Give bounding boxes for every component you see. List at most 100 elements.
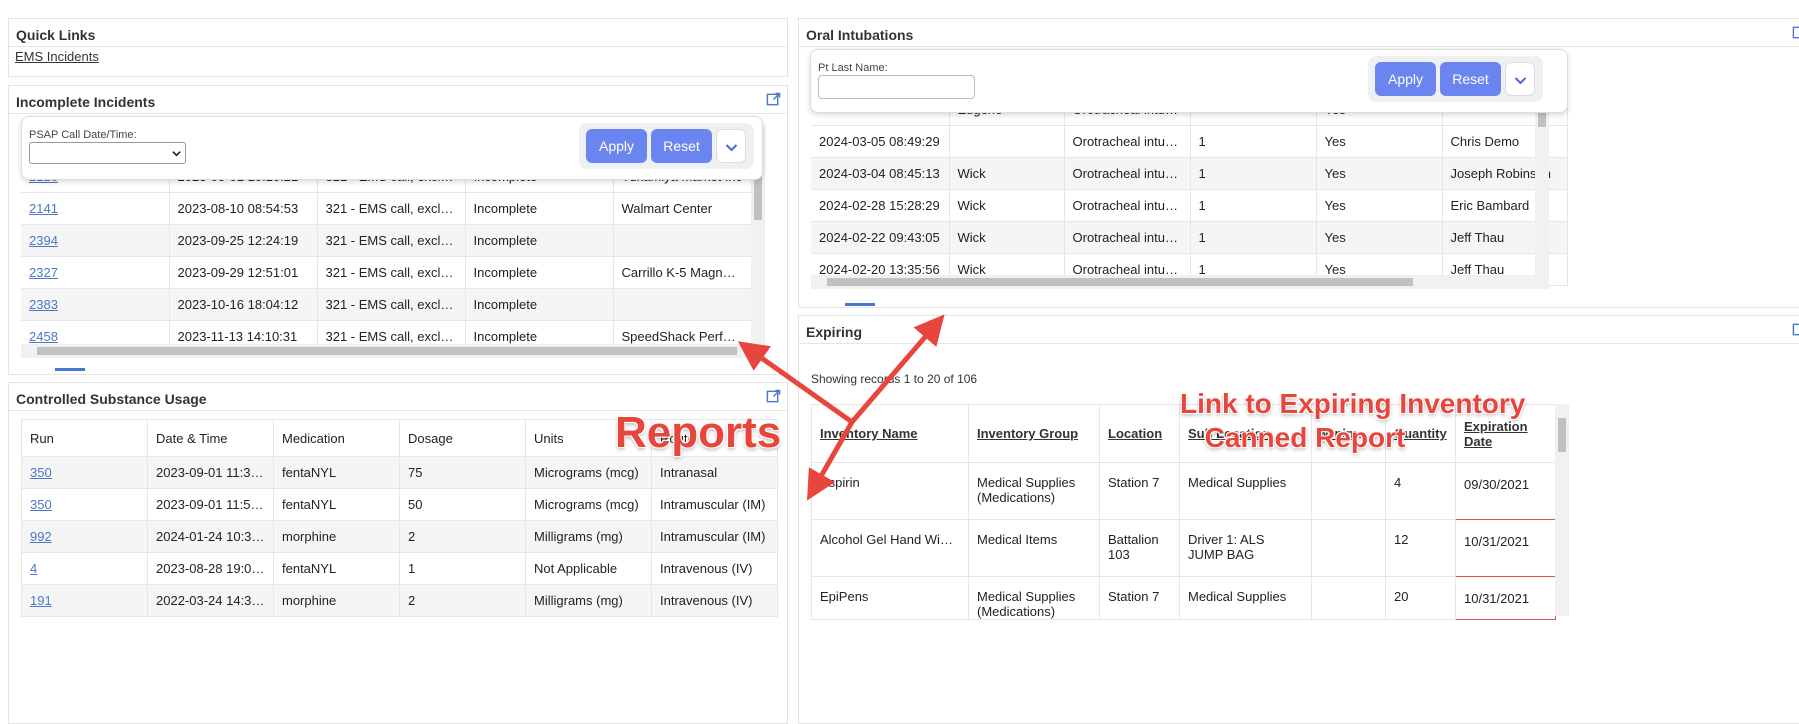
pagination-bar <box>55 368 85 371</box>
link-annotation-line2: Canned Report <box>1204 422 1406 453</box>
oral-intubations-table: Eugene Orotracheal intubati... Yes 2024-… <box>811 95 1568 286</box>
expiring-panel: Expiring Showing records 1 to 20 of 106 … <box>798 315 1799 724</box>
row-location: Battalion 103 <box>1099 519 1180 577</box>
row-date: 2023-08-10 08:54:53 <box>169 192 318 225</box>
row-date: 2024-01-24 10:36:12 <box>147 520 274 553</box>
expand-filter-button[interactable] <box>716 129 746 163</box>
row-attempts: 1 <box>1190 221 1317 254</box>
row-date: 2023-09-01 11:55:00 <box>147 488 274 521</box>
run-link[interactable]: 2327 <box>29 265 58 280</box>
row-location: Carrillo K-5 Magnet School <box>613 256 752 289</box>
run-link[interactable]: 2394 <box>29 233 58 248</box>
row-medication: fentaNYL <box>273 456 400 489</box>
oral-intubations-title: Oral Intubations <box>799 19 1799 47</box>
table-row: 2024-02-28 15:28:29 Wick Orotracheal int… <box>811 189 1568 222</box>
reset-button[interactable]: Reset <box>651 129 712 163</box>
row-dosage: 2 <box>399 520 526 553</box>
col-dosage[interactable]: Dosage <box>399 419 526 457</box>
row-success: Yes <box>1316 189 1443 222</box>
run-link[interactable]: 4 <box>30 561 37 576</box>
row-route: Intramuscular (IM) <box>651 520 778 553</box>
row-inventory-group: Medical Supplies (Medications) <box>968 462 1100 520</box>
col-inventory-name[interactable]: Inventory Name <box>811 404 969 463</box>
table-row: 2024-02-22 09:43:05 Wick Orotracheal int… <box>811 221 1568 254</box>
row-quantity: 12 <box>1385 519 1456 577</box>
row-date: 2024-02-28 15:28:29 <box>811 189 950 222</box>
row-expiration-date: 10/31/2021 <box>1455 519 1556 577</box>
run-link[interactable]: 350 <box>30 497 52 512</box>
oral-filter-popup: Pt Last Name: Apply Reset <box>810 49 1568 113</box>
row-sub-location: Medical Supplies <box>1179 576 1312 620</box>
col-medication[interactable]: Medication <box>273 419 400 457</box>
run-link[interactable]: 2383 <box>29 297 58 312</box>
apply-button[interactable]: Apply <box>1375 62 1436 96</box>
row-quantity: 20 <box>1385 576 1456 620</box>
quick-links-title: Quick Links <box>9 19 787 47</box>
external-link-icon[interactable] <box>766 92 781 107</box>
table-row: 4 2023-08-28 19:09:32 fentaNYL 1 Not App… <box>21 552 778 585</box>
row-inventory-name: Alcohol Gel Hand Wipes <box>811 519 969 577</box>
horizontal-scrollbar[interactable] <box>21 344 751 358</box>
row-expiration-date: 09/30/2021 <box>1455 462 1556 520</box>
expand-filter-button[interactable] <box>1505 62 1535 96</box>
incomplete-filter-popup: PSAP Call Date/Time: Apply Reset <box>21 116 763 180</box>
col-location[interactable]: Location <box>1099 404 1180 463</box>
row-location: Walmart Center <box>613 192 752 225</box>
table-row: Aspirin Medical Supplies (Medications) S… <box>811 462 1556 520</box>
last-name-input[interactable] <box>818 75 975 99</box>
row-expiration-date: 10/31/2021 <box>1455 576 1556 620</box>
row-units: Not Applicable <box>525 552 652 585</box>
apply-button[interactable]: Apply <box>586 129 647 163</box>
col-inventory-group[interactable]: Inventory Group <box>968 404 1100 463</box>
chevron-down-icon <box>725 144 738 152</box>
col-date[interactable]: Date & Time <box>147 419 274 457</box>
table-row: 2394 2023-09-25 12:24:19 321 - EMS call,… <box>21 224 752 257</box>
row-type: 321 - EMS call, excluding ... <box>317 288 466 321</box>
row-last-name: Wick <box>949 189 1065 222</box>
row-status: Incomplete <box>465 256 614 289</box>
row-procedure: Orotracheal intubati... <box>1064 157 1191 190</box>
row-units: Milligrams (mg) <box>525 584 652 617</box>
table-row: 2327 2023-09-29 12:51:01 321 - EMS call,… <box>21 256 752 289</box>
row-location: Station 7 <box>1099 462 1180 520</box>
row-location <box>613 224 752 257</box>
row-units: Micrograms (mcg) <box>525 488 652 521</box>
table-row: 191 2022-03-24 14:38:50 morphine 2 Milli… <box>21 584 778 617</box>
run-link[interactable]: 992 <box>30 529 52 544</box>
row-date: 2024-03-04 08:45:13 <box>811 157 950 190</box>
col-run[interactable]: Run <box>21 419 148 457</box>
row-units: Milligrams (mg) <box>525 520 652 553</box>
row-date: 2024-02-22 09:43:05 <box>811 221 950 254</box>
row-minimum <box>1311 519 1386 577</box>
run-link[interactable]: 191 <box>30 593 52 608</box>
run-link[interactable]: 2141 <box>29 201 58 216</box>
row-inventory-name: Aspirin <box>811 462 969 520</box>
psap-filter-label: PSAP Call Date/Time: <box>29 129 137 141</box>
psap-date-select[interactable] <box>29 142 186 164</box>
table-row: 2383 2023-10-16 18:04:12 321 - EMS call,… <box>21 288 752 321</box>
ems-incidents-link[interactable]: EMS Incidents <box>15 49 99 64</box>
external-link-icon[interactable] <box>766 389 781 404</box>
table-row: EpiPens Medical Supplies (Medications) S… <box>811 576 1556 620</box>
incomplete-filter-buttons: Apply Reset <box>579 123 754 169</box>
row-medication: morphine <box>273 520 400 553</box>
row-dosage: 75 <box>399 456 526 489</box>
incomplete-incidents-panel: Incomplete Incidents 2123 2023-08-01 10:… <box>8 85 788 375</box>
incomplete-incidents-title: Incomplete Incidents <box>9 86 787 114</box>
row-location: Station 7 <box>1099 576 1180 620</box>
horizontal-scrollbar[interactable] <box>811 275 1549 289</box>
reset-button[interactable]: Reset <box>1440 62 1501 96</box>
row-procedure: Orotracheal intubati... <box>1064 189 1191 222</box>
row-type: 321 - EMS call, excluding ... <box>317 256 466 289</box>
run-link[interactable]: 2458 <box>29 329 58 344</box>
table-row: 2141 2023-08-10 08:54:53 321 - EMS call,… <box>21 192 752 225</box>
row-attempts: 1 <box>1190 125 1317 158</box>
row-minimum <box>1311 576 1386 620</box>
vertical-scrollbar[interactable] <box>1535 95 1549 275</box>
row-status: Incomplete <box>465 224 614 257</box>
vertical-scrollbar[interactable] <box>1555 404 1569 616</box>
run-link[interactable]: 350 <box>30 465 52 480</box>
row-dosage: 2 <box>399 584 526 617</box>
external-link-icon[interactable] <box>1792 322 1799 337</box>
external-link-icon[interactable] <box>1792 25 1799 40</box>
